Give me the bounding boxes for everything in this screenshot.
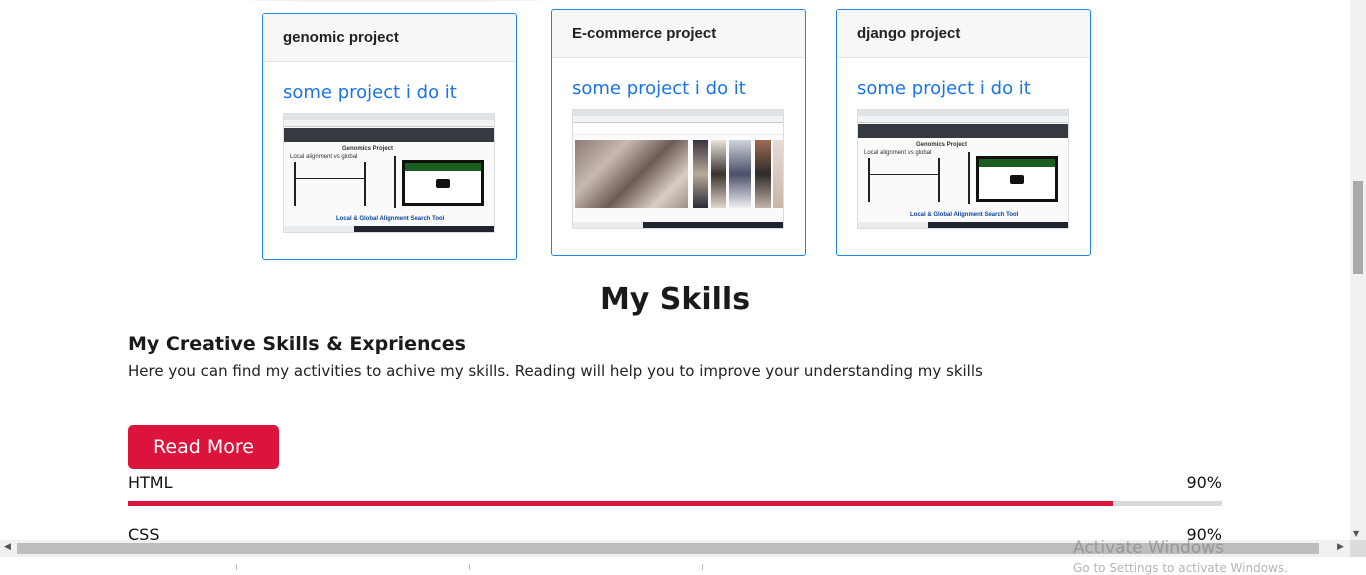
thumb-heading: Genomics Project — [916, 142, 968, 148]
thumb-video — [976, 156, 1058, 202]
skill-progress-fill-html — [128, 501, 1113, 506]
thumb-caption: Local alignment vs global — [864, 150, 932, 156]
card-shadow — [215, 0, 575, 2]
thumb-caption: Local alignment vs global — [290, 154, 358, 160]
play-icon — [436, 179, 450, 188]
project-screenshot: Local alignment vs global Genomics Proje… — [857, 109, 1069, 229]
thumb-footer: Local & Global Alignment Search Tool — [910, 212, 1019, 218]
project-link[interactable]: some project i do it — [283, 82, 496, 103]
project-card-django: django project some project i do it Loca… — [836, 9, 1091, 256]
read-more-button[interactable]: Read More — [128, 425, 279, 469]
card-title: django project — [837, 10, 1090, 58]
skill-percent-html: 90% — [1186, 473, 1222, 492]
caret-left-icon[interactable]: ◀ — [4, 542, 11, 552]
project-link[interactable]: some project i do it — [572, 78, 785, 99]
vertical-scrollbar[interactable]: ▼ — [1350, 0, 1366, 540]
divider — [236, 564, 237, 570]
activate-windows-subtitle: Go to Settings to activate Windows. — [1073, 561, 1288, 575]
project-screenshot: Local alignment vs global Genomics Proje… — [283, 113, 495, 233]
play-icon — [1010, 175, 1024, 184]
skill-progress-html — [128, 501, 1222, 506]
skill-name-html: HTML — [128, 473, 173, 492]
thumb-footer: Local & Global Alignment Search Tool — [336, 216, 445, 222]
vertical-scroll-thumb[interactable] — [1353, 181, 1363, 274]
activate-windows-title: Activate Windows — [1073, 538, 1224, 558]
card-title: E-commerce project — [552, 10, 805, 58]
divider — [702, 564, 703, 570]
project-card-genomic: genomic project some project i do it Loc… — [262, 13, 517, 260]
skills-subheading: My Creative Skills & Expriences — [128, 333, 466, 355]
caret-down-icon[interactable]: ▼ — [1353, 529, 1359, 538]
project-screenshot — [572, 109, 784, 229]
caret-right-icon[interactable]: ▶ — [1337, 542, 1344, 552]
card-title: genomic project — [263, 14, 516, 62]
thumb-heading: Genomics Project — [342, 146, 394, 152]
divider — [469, 564, 470, 570]
thumb-video — [402, 160, 484, 206]
skills-description: Here you can find my activities to achiv… — [128, 362, 983, 380]
project-link[interactable]: some project i do it — [857, 78, 1070, 99]
skills-heading: My Skills — [599, 282, 751, 317]
scrollbar-corner — [1350, 540, 1366, 557]
project-card-ecommerce: E-commerce project some project i do it — [551, 9, 806, 256]
